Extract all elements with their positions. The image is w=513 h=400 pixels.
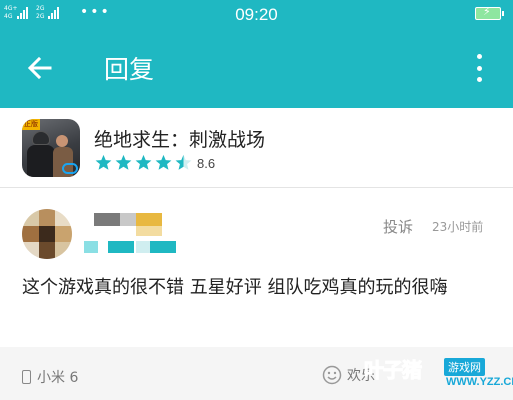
- tencent-logo-icon: [62, 163, 78, 174]
- star-full-icon: [155, 154, 172, 170]
- watermark-logo: 叶子猪 游戏网 WWW.YZZ.CN: [364, 354, 513, 398]
- page-title: 回复: [104, 55, 155, 84]
- username-blurred[interactable]: [84, 209, 188, 257]
- official-badge: 正版: [22, 119, 40, 130]
- star-rating: [95, 154, 192, 171]
- device-info: 小米 6: [22, 367, 78, 387]
- comment-text: 这个游戏真的很不错 五星好评 组队吃鸡真的玩的很嗨: [22, 277, 448, 298]
- star-full-icon: [95, 154, 112, 170]
- watermark-brand: 叶子猪: [364, 358, 423, 383]
- app-bar: 4G+ 4G 2G 2G ••• 09:20 ⚡ 回复: [0, 0, 513, 108]
- more-options-button[interactable]: [468, 50, 490, 86]
- watermark-url: WWW.YZZ.CN: [446, 376, 513, 388]
- app-name: 绝地求生：刺激战场: [94, 129, 266, 151]
- status-time: 09:20: [235, 5, 278, 24]
- status-bar: 4G+ 4G 2G 2G ••• 09:20 ⚡: [0, 0, 513, 28]
- report-button[interactable]: 投诉: [383, 216, 413, 237]
- comment-card: 投诉 23小时前 这个游戏真的很不错 五星好评 组队吃鸡真的玩的很嗨: [0, 189, 513, 347]
- comment-time: 23小时前: [432, 220, 484, 234]
- back-button[interactable]: [18, 48, 62, 88]
- watermark-tag: 游戏网: [444, 358, 485, 376]
- star-full-icon: [135, 154, 152, 170]
- soldier-helmet: [32, 131, 50, 145]
- dot: [476, 54, 482, 59]
- battery-charging-icon: ⚡: [475, 5, 504, 20]
- avatar[interactable]: [22, 209, 72, 259]
- star-half-icon: [175, 154, 192, 170]
- app-info-card[interactable]: 正版 绝地求生：刺激战场 8.6: [0, 108, 513, 188]
- device-name: 小米 6: [37, 370, 79, 386]
- app-icon[interactable]: 正版: [22, 119, 80, 177]
- dot: [476, 65, 482, 71]
- character-head: [56, 135, 68, 147]
- rating-score: 8.6: [197, 156, 216, 171]
- phone-icon: [22, 370, 31, 384]
- soldier-body: [27, 145, 55, 177]
- dot: [476, 77, 482, 82]
- star-full-icon: [115, 154, 132, 170]
- smile-icon: [322, 365, 342, 385]
- arrow-left-icon: [27, 56, 52, 80]
